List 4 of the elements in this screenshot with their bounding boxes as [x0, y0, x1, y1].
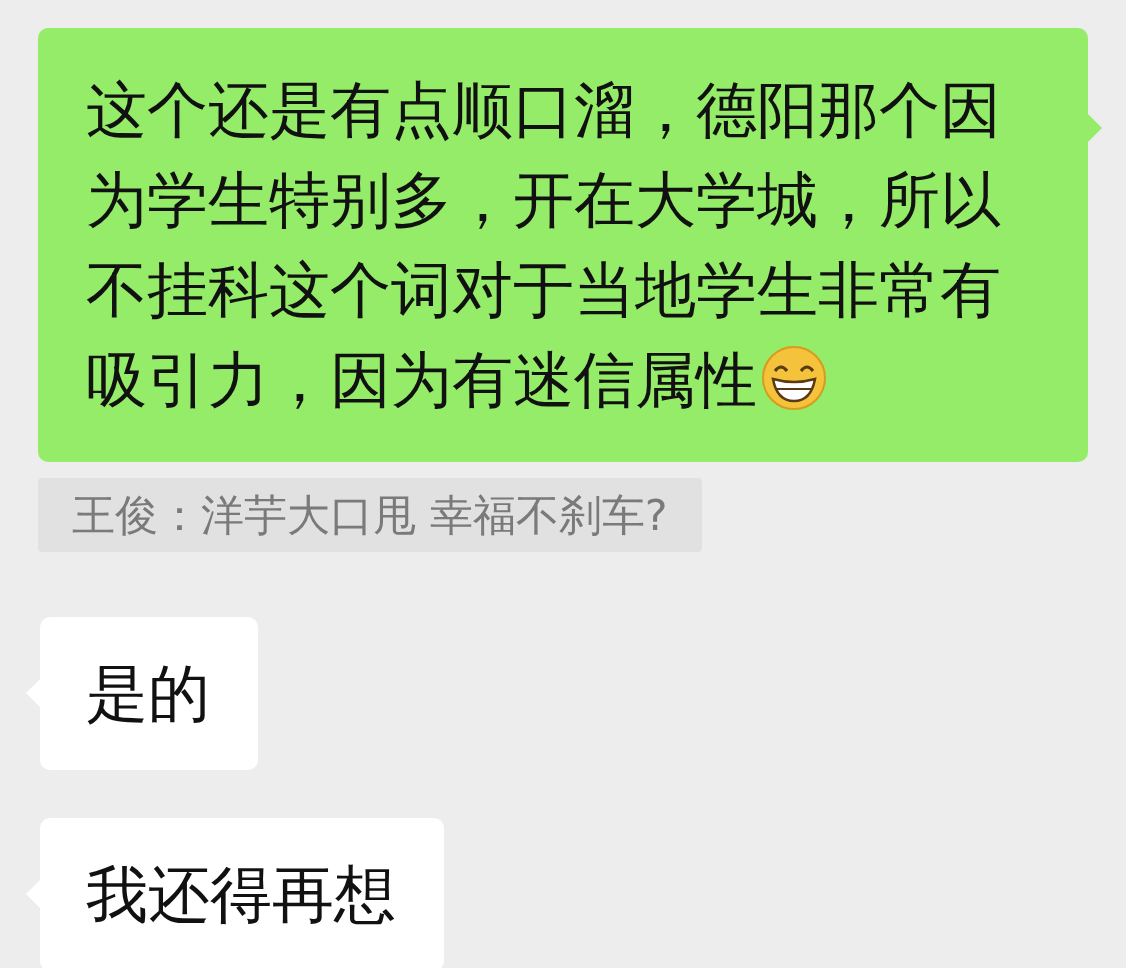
quoted-message: 王俊：洋芋大口甩 幸福不刹车?: [38, 478, 702, 552]
message-text: 是的: [86, 657, 210, 730]
message-text: 我还得再想: [86, 858, 396, 931]
message-text: 这个还是有点顺口溜，德阳那个因为学生特别多，开在大学城，所以不挂科这个词对于当地学生非常有吸引力，因为有迷信属性: [86, 74, 1001, 415]
